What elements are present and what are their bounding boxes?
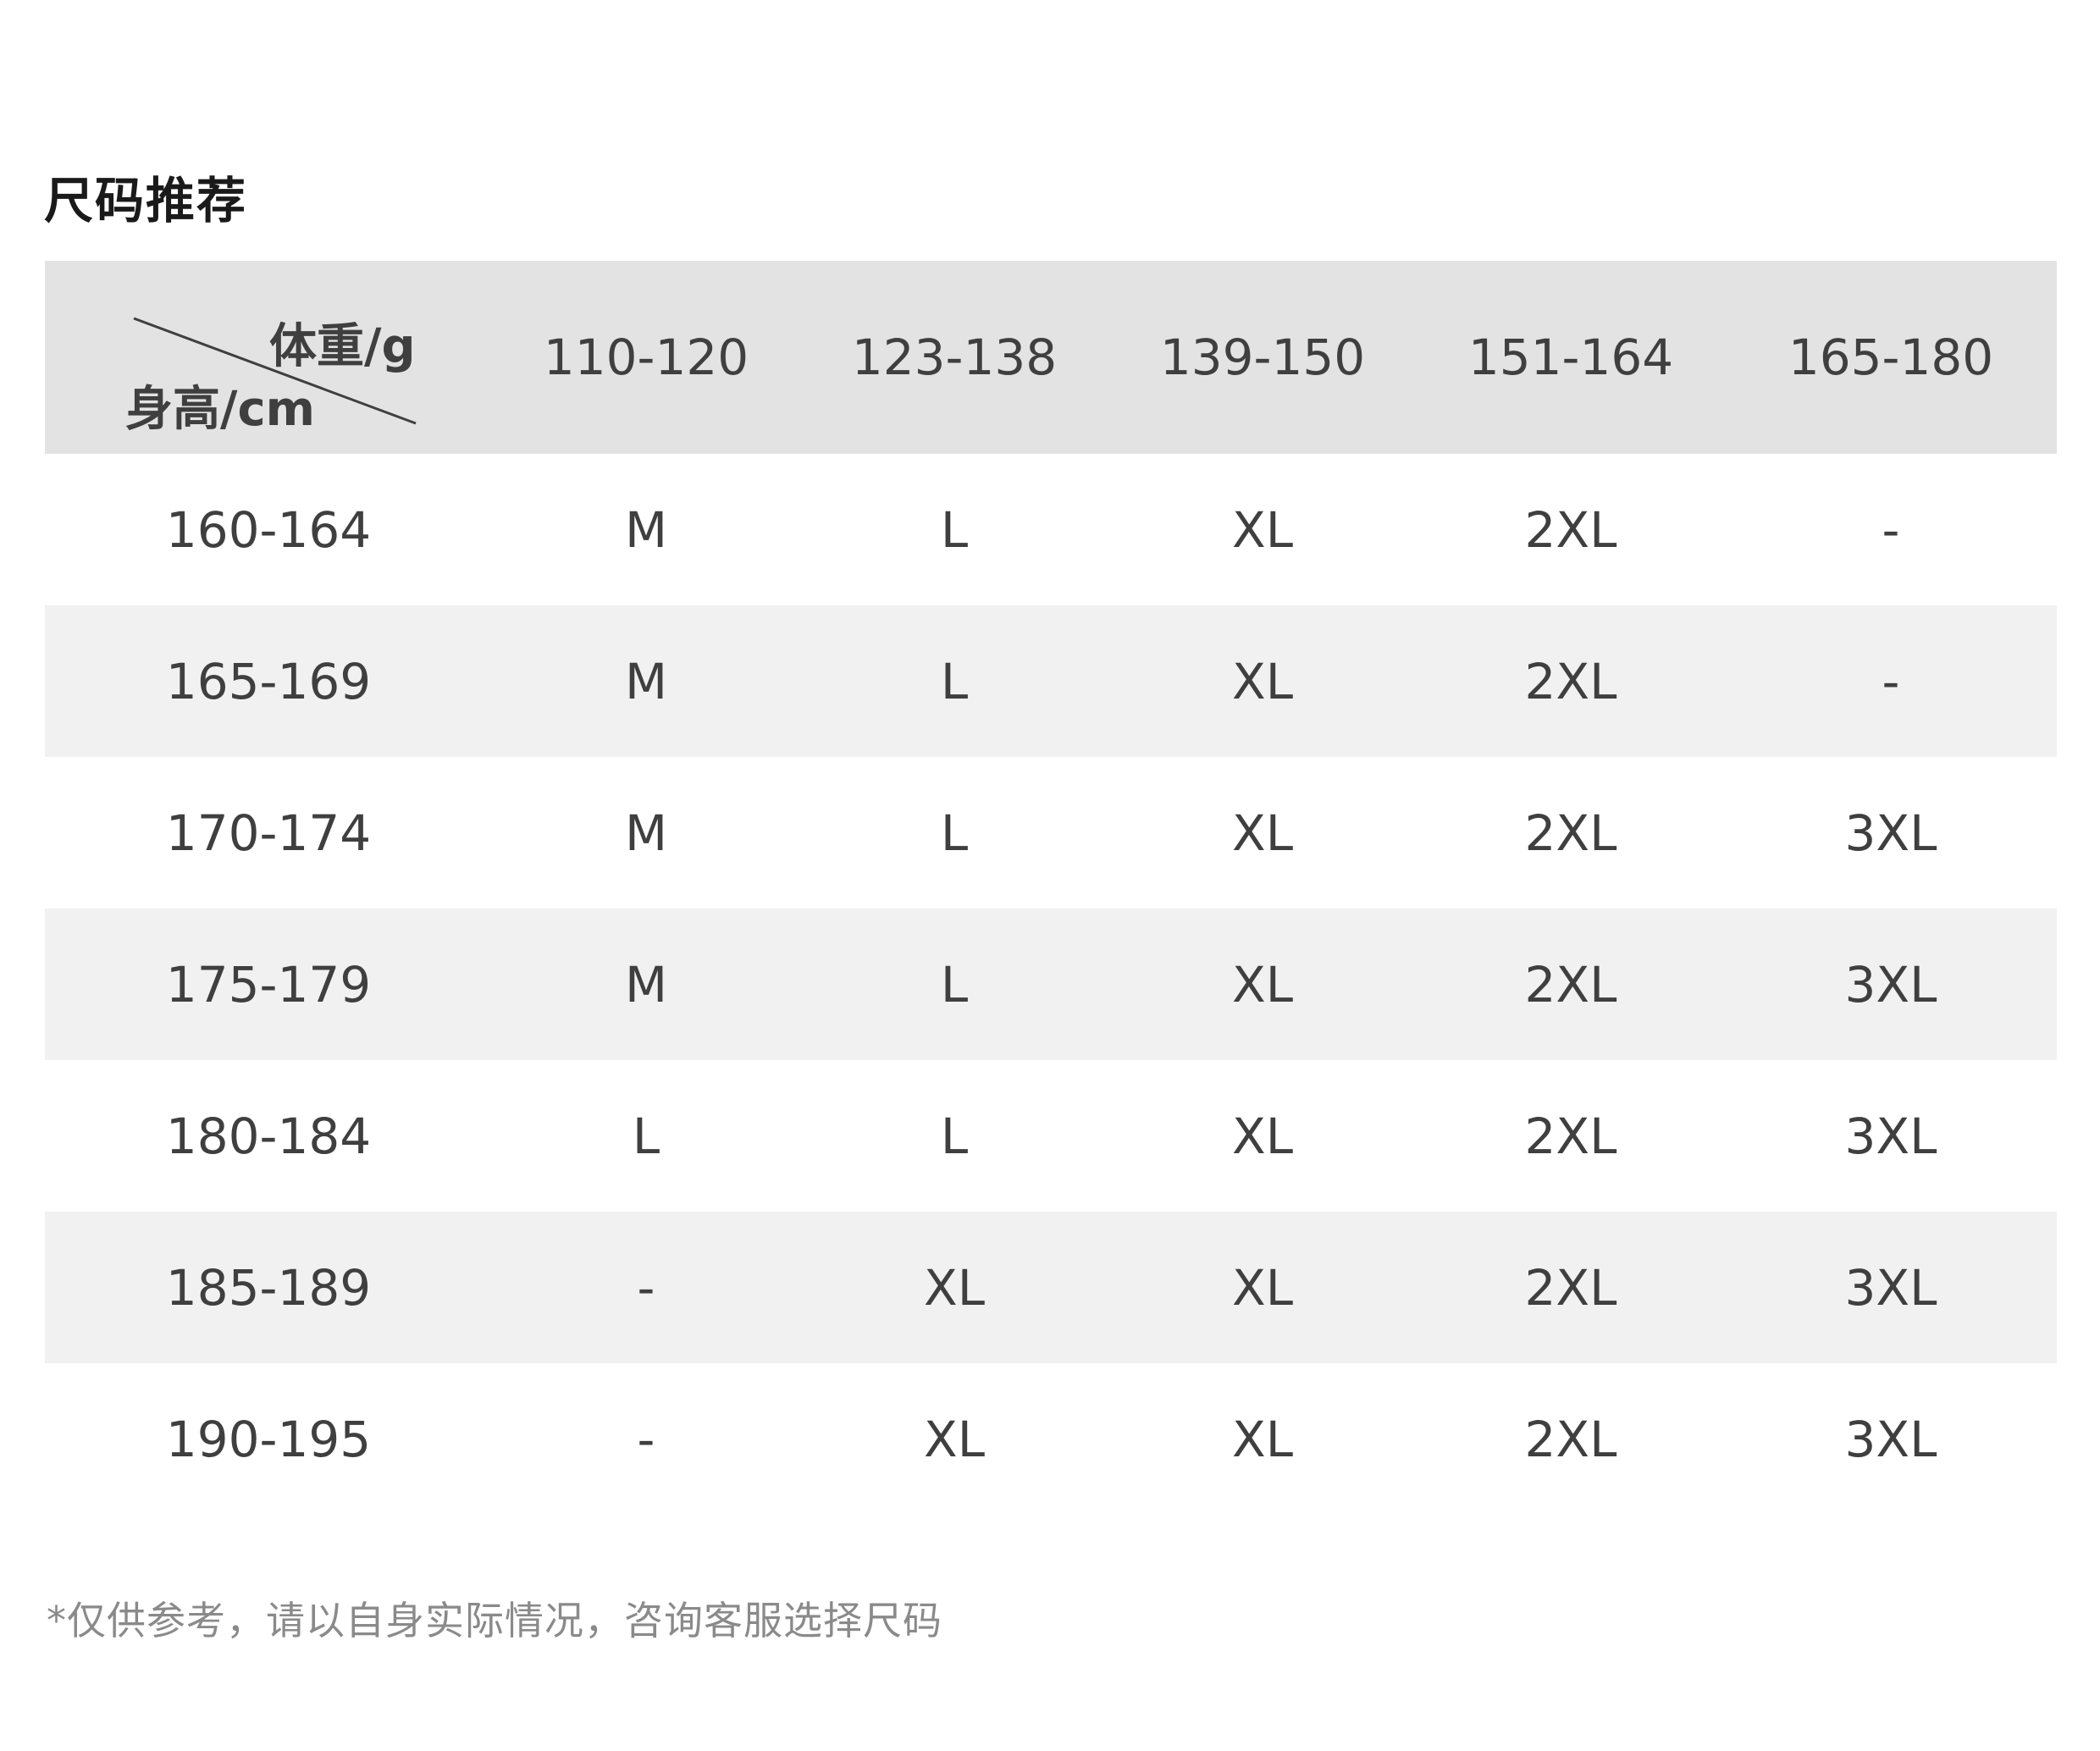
size-cell: - <box>637 1410 655 1468</box>
table-header-row: 体重/g 身高/cm 110-120 123-138 139-150 151-1… <box>45 261 2057 454</box>
height-range-cell: 190-195 <box>165 1410 372 1468</box>
size-cell: - <box>637 1258 655 1317</box>
table-row: 190-195 - XL XL 2XL 3XL <box>45 1363 2057 1515</box>
size-cell: M <box>624 804 668 862</box>
diagonal-header-cell: 体重/g 身高/cm <box>45 261 492 454</box>
size-cell: XL <box>923 1258 986 1317</box>
size-cell: - <box>1882 500 1900 559</box>
table-row: 160-164 M L XL 2XL - <box>45 454 2057 605</box>
weight-range-header: 139-150 <box>1159 329 1366 386</box>
height-range-cell: 180-184 <box>165 1107 372 1165</box>
size-cell: 2XL <box>1524 1410 1617 1468</box>
table-row: 180-184 L L XL 2XL 3XL <box>45 1060 2057 1212</box>
size-cell: L <box>940 652 969 710</box>
table-row: 165-169 M L XL 2XL - <box>45 605 2057 757</box>
size-cell: M <box>624 955 668 1014</box>
height-range-cell: 160-164 <box>165 500 372 559</box>
size-cell: 3XL <box>1844 955 1937 1014</box>
size-cell: L <box>940 1107 969 1165</box>
weight-range-header: 151-164 <box>1467 329 1674 386</box>
size-cell: L <box>940 804 969 862</box>
size-cell: M <box>624 652 668 710</box>
table-row: 170-174 M L XL 2XL 3XL <box>45 757 2057 909</box>
size-cell: 2XL <box>1524 652 1617 710</box>
size-cell: L <box>940 500 969 559</box>
size-cell: 3XL <box>1844 1410 1937 1468</box>
size-cell: XL <box>1231 652 1294 710</box>
height-range-cell: 165-169 <box>165 652 372 710</box>
size-cell: 2XL <box>1524 804 1617 862</box>
size-cell: 2XL <box>1524 1107 1617 1165</box>
page-title: 尺码推荐 <box>44 172 248 229</box>
size-cell: 2XL <box>1524 500 1617 559</box>
size-cell: 3XL <box>1844 1107 1937 1165</box>
size-cell: L <box>940 955 969 1014</box>
size-table: 体重/g 身高/cm 110-120 123-138 139-150 151-1… <box>45 261 2057 1515</box>
size-cell: XL <box>1231 955 1294 1014</box>
table-row: 185-189 - XL XL 2XL 3XL <box>45 1212 2057 1363</box>
size-cell: XL <box>1231 1410 1294 1468</box>
weight-range-header: 123-138 <box>851 329 1058 386</box>
weight-range-header: 165-180 <box>1788 329 1994 386</box>
height-range-cell: 175-179 <box>165 955 372 1014</box>
height-range-cell: 185-189 <box>165 1258 372 1317</box>
footnote-disclaimer: *仅供参考，请以自身实际情况，咨询客服选择尺码 <box>47 1598 942 1643</box>
size-cell: XL <box>1231 1258 1294 1317</box>
size-cell: XL <box>923 1410 986 1468</box>
size-cell: XL <box>1231 1107 1294 1165</box>
size-cell: 2XL <box>1524 1258 1617 1317</box>
table-row: 175-179 M L XL 2XL 3XL <box>45 909 2057 1060</box>
size-cell: L <box>632 1107 660 1165</box>
size-cell: XL <box>1231 804 1294 862</box>
size-cell: 2XL <box>1524 955 1617 1014</box>
weight-range-header: 110-120 <box>543 329 749 386</box>
size-cell: XL <box>1231 500 1294 559</box>
height-range-cell: 170-174 <box>165 804 372 862</box>
size-cell: 3XL <box>1844 1258 1937 1317</box>
size-cell: 3XL <box>1844 804 1937 862</box>
size-cell: - <box>1882 652 1900 710</box>
height-axis-label: 身高/cm <box>125 382 315 437</box>
size-cell: M <box>624 500 668 559</box>
weight-axis-label: 体重/g <box>269 319 416 374</box>
